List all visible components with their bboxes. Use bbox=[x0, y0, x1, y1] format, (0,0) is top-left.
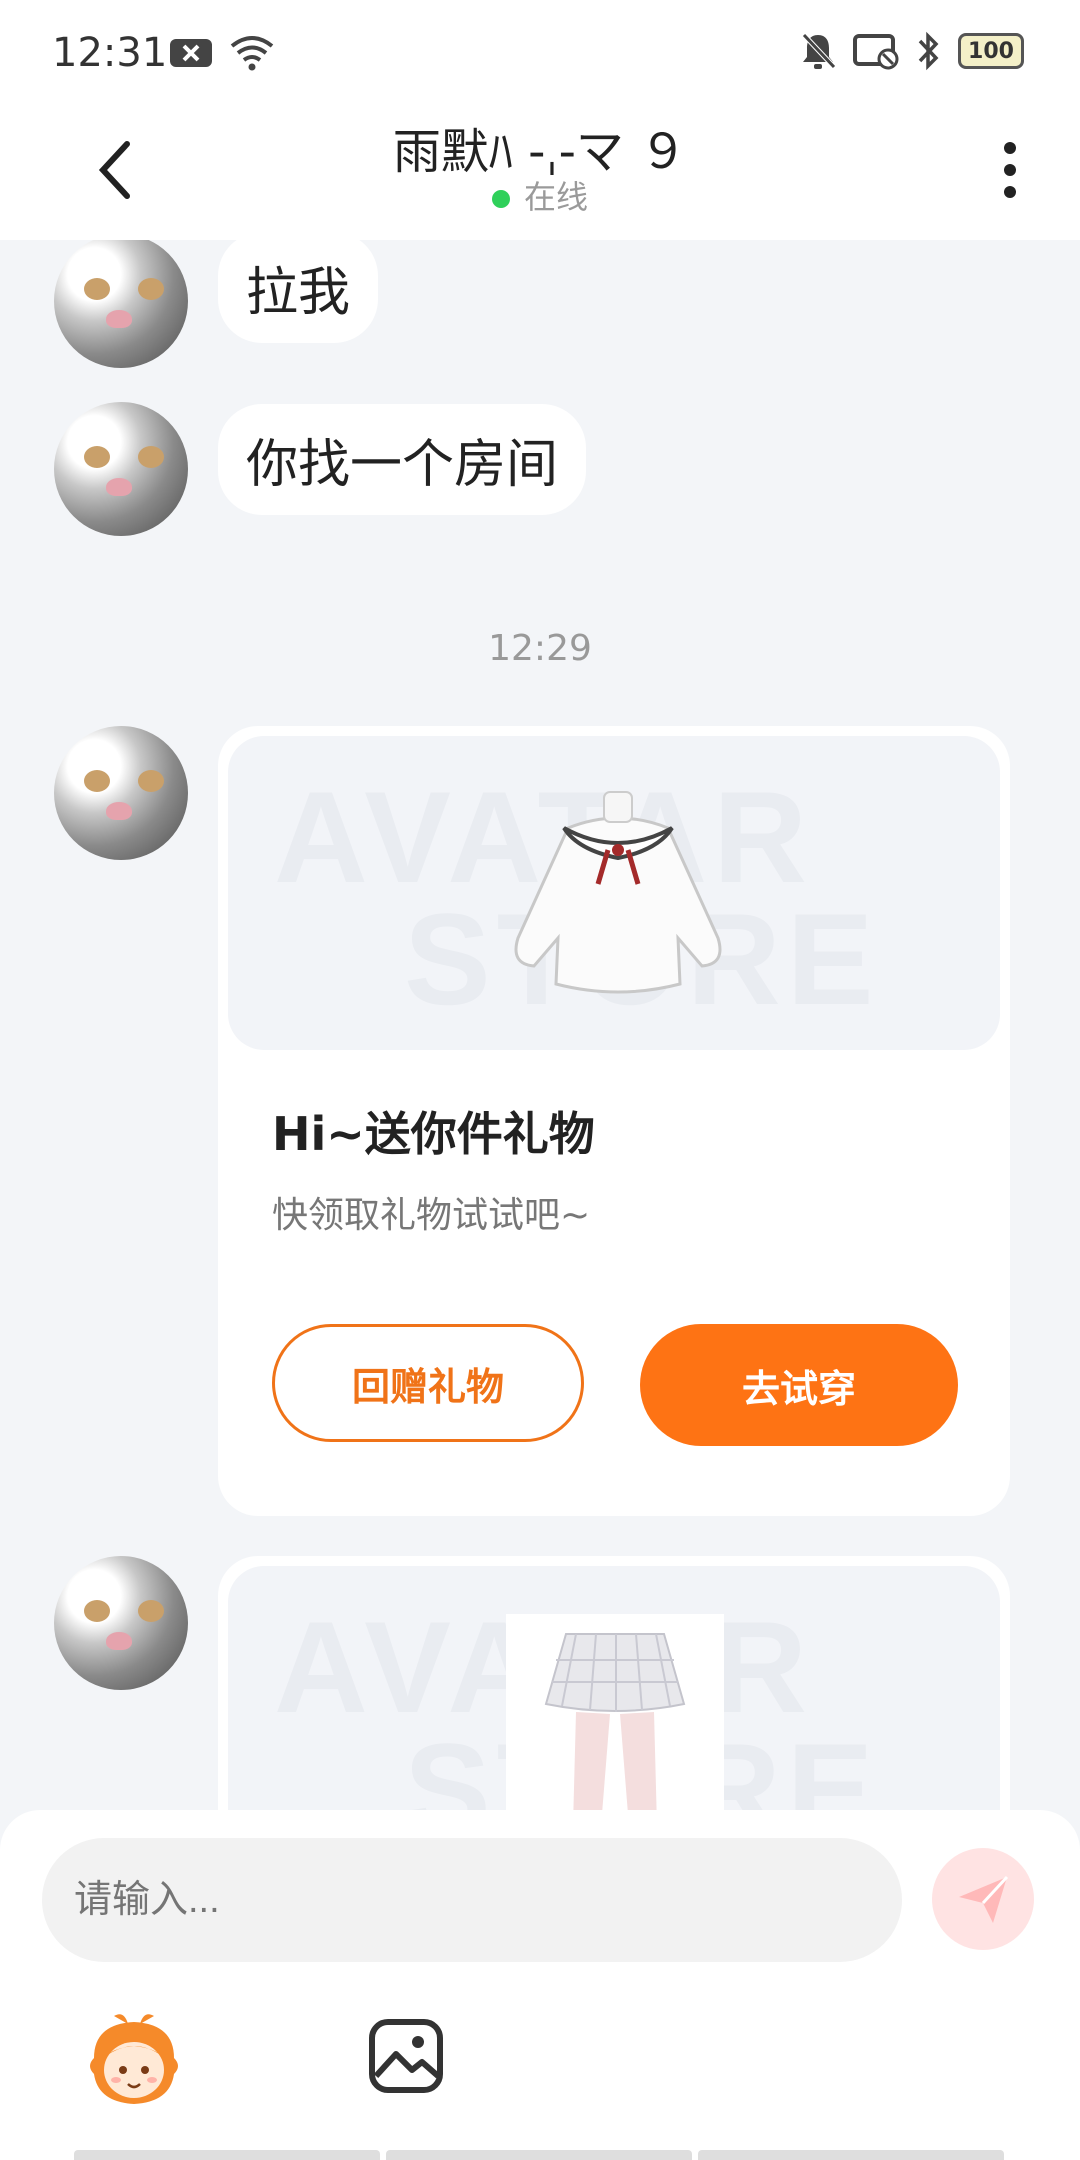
sweater-icon bbox=[514, 791, 722, 994]
gift-card[interactable]: AVATAR STORE Hi~送你件礼物 快领取礼物试试吧~ 回赠礼物 去试穿 bbox=[218, 726, 1010, 1516]
message-bubble[interactable]: 你找一个房间 bbox=[218, 404, 587, 515]
image-picker-button[interactable] bbox=[368, 2018, 444, 2094]
online-dot-icon bbox=[491, 190, 510, 208]
bluetooth-icon bbox=[918, 31, 939, 71]
image-icon bbox=[369, 2019, 443, 2093]
avatar[interactable] bbox=[54, 726, 188, 860]
gift-card-title: Hi~送你件礼物 bbox=[272, 1107, 595, 1161]
gift-image[interactable]: AVATAR STORE bbox=[228, 1566, 1000, 1810]
send-button[interactable] bbox=[932, 1848, 1034, 1950]
status-bar: 12:31 100 bbox=[0, 0, 1080, 110]
battery-icon: 100 bbox=[958, 33, 1024, 69]
more-options-button[interactable] bbox=[990, 130, 1030, 210]
gift-image[interactable]: AVATAR STORE bbox=[228, 736, 1000, 1050]
return-gift-button[interactable]: 回赠礼物 bbox=[272, 1324, 584, 1442]
avatar[interactable] bbox=[54, 402, 188, 536]
gift-card-subtitle: 快领取礼物试试吧~ bbox=[272, 1195, 591, 1236]
chat-header: 雨默ﾊ -ˌ-マ ９ 在线 bbox=[0, 110, 1080, 240]
notification-x-icon bbox=[170, 39, 212, 67]
message-list[interactable]: 拉我 你找一个房间 12:29 AVATAR STORE Hi~送你件礼物 快领… bbox=[0, 240, 1080, 1810]
cast-off-icon bbox=[853, 34, 899, 70]
skirt-image bbox=[506, 1614, 724, 1810]
avatar[interactable] bbox=[54, 1556, 188, 1690]
gift-card[interactable]: AVATAR STORE bbox=[218, 1556, 1010, 1810]
wifi-icon bbox=[230, 36, 274, 71]
character-avatar-button[interactable] bbox=[84, 2010, 184, 2110]
mute-bell-icon bbox=[802, 33, 836, 69]
message-timestamp: 12:29 bbox=[488, 628, 592, 669]
message-input[interactable] bbox=[42, 1838, 902, 1962]
status-time: 12:31 bbox=[52, 30, 168, 76]
try-on-button[interactable]: 去试穿 bbox=[640, 1324, 958, 1446]
online-status: 在线 bbox=[0, 172, 1080, 218]
bottom-handle bbox=[74, 2150, 1004, 2160]
more-dot-icon bbox=[1004, 142, 1016, 154]
message-bubble[interactable]: 拉我 bbox=[218, 240, 379, 343]
input-panel bbox=[0, 1810, 1080, 2160]
character-avatar-icon bbox=[90, 2014, 178, 2104]
send-icon bbox=[959, 1875, 1009, 1923]
online-status-label: 在线 bbox=[523, 178, 588, 216]
avatar[interactable] bbox=[54, 240, 188, 368]
more-dot-icon bbox=[1004, 164, 1016, 176]
more-dot-icon bbox=[1004, 186, 1016, 198]
skirt-icon bbox=[544, 1633, 686, 1810]
